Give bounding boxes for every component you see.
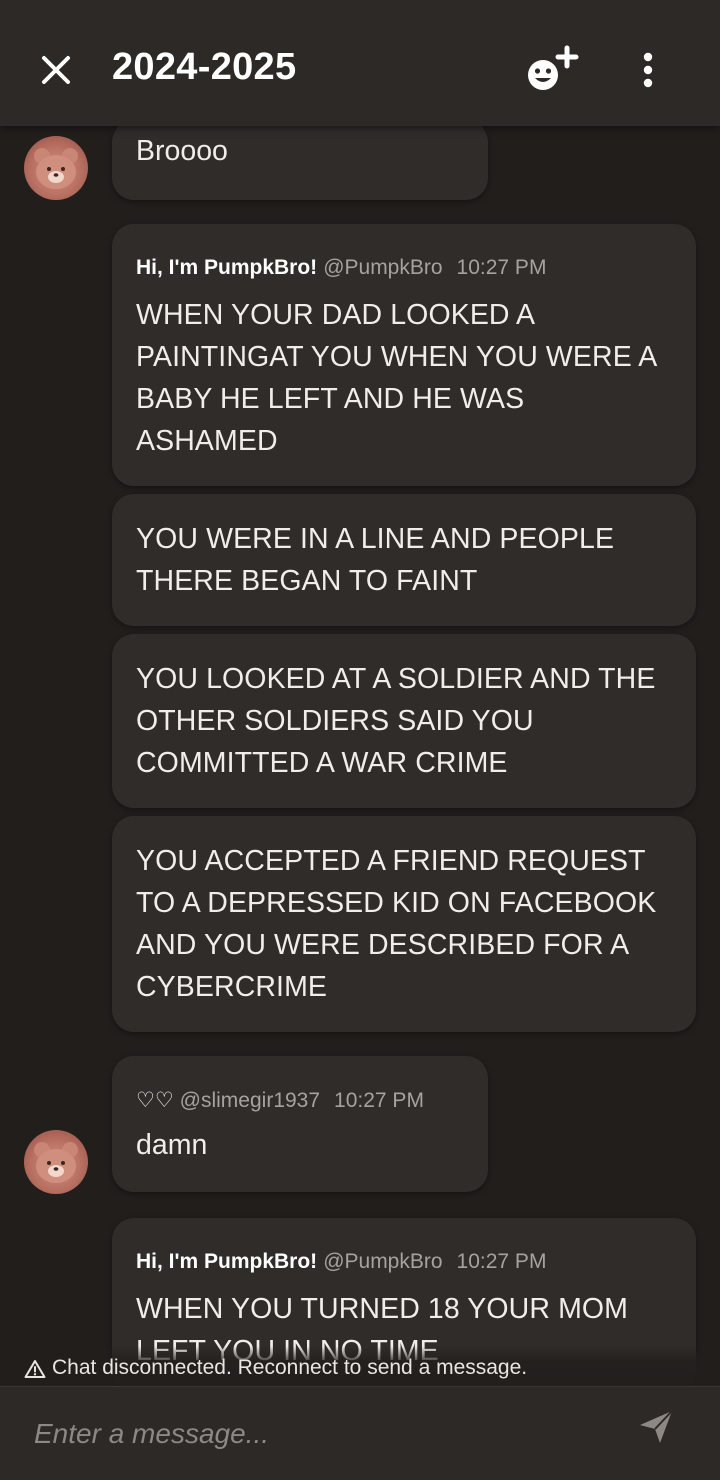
author-name[interactable]: Hi, I'm PumpkBro! [136, 1250, 317, 1273]
avatar[interactable] [24, 1130, 88, 1194]
warning-icon [24, 1360, 46, 1378]
author-name[interactable]: ♡♡ [136, 1089, 174, 1112]
status-text: Chat disconnected. Reconnect to send a m… [52, 1356, 528, 1379]
bear-avatar-icon [34, 1142, 78, 1183]
send-button[interactable] [636, 1407, 676, 1447]
add-reaction-button[interactable] [524, 44, 580, 94]
avatar[interactable] [24, 136, 88, 200]
message-meta: Hi, I'm PumpkBro! @PumpkBro 10:27 PM [136, 256, 546, 280]
bear-avatar-icon [34, 148, 78, 189]
author-name[interactable]: Hi, I'm PumpkBro! [136, 256, 317, 279]
more-vertical-icon [643, 52, 653, 88]
message-bubble[interactable]: YOU WERE IN A LINE AND PEOPLE THERE BEGA… [112, 494, 696, 626]
message-text: YOU WERE IN A LINE AND PEOPLE THERE BEGA… [136, 523, 615, 597]
close-icon [42, 56, 70, 84]
message-text: Broooo [136, 135, 228, 167]
message-time: 10:27 PM [334, 1089, 424, 1112]
message-meta: Hi, I'm PumpkBro! @PumpkBro 10:27 PM [136, 1250, 546, 1274]
author-handle[interactable]: @PumpkBro [323, 256, 442, 279]
message-bubble[interactable]: YOU ACCEPTED A FRIEND REQUEST TO A DEPRE… [112, 816, 696, 1032]
more-options-button[interactable] [630, 48, 666, 92]
message-input[interactable] [32, 1409, 596, 1459]
message-composer [0, 1386, 720, 1480]
message-bubble[interactable]: ♡♡ @slimegir1937 10:27 PM damn [112, 1056, 488, 1192]
add-face-icon [528, 45, 579, 90]
author-handle[interactable]: @PumpkBro [323, 1250, 442, 1273]
message-text: damn [136, 1129, 208, 1161]
author-handle[interactable]: @slimegir1937 [180, 1089, 320, 1112]
message-meta: ♡♡ @slimegir1937 10:27 PM [136, 1088, 424, 1113]
message-time: 10:27 PM [456, 1250, 547, 1273]
close-button[interactable] [36, 50, 76, 90]
page-title: 2024-2025 [112, 46, 297, 88]
message-text: YOU LOOKED AT A SOLDIER AND THE OTHER SO… [136, 663, 656, 779]
message-bubble[interactable]: Broooo [112, 126, 488, 200]
message-bubble[interactable]: Hi, I'm PumpkBro! @PumpkBro 10:27 PM WHEN … [112, 224, 696, 486]
message-text: YOU ACCEPTED A FRIEND REQUEST TO A DEPRE… [136, 845, 657, 1003]
connection-status: Chat disconnected. Reconnect to send a m… [0, 1346, 720, 1386]
message-text: WHEN YOUR DAD LOOKED A PAINTINGAT YOU WH… [136, 299, 656, 457]
message-time: 10:27 PM [456, 256, 547, 279]
send-icon [640, 1410, 673, 1443]
message-list[interactable]: Broooo Hi, I'm PumpkBro! @PumpkBro 10:27 P… [0, 126, 720, 1386]
chat-header: 2024-2025 [0, 0, 720, 126]
message-bubble[interactable]: YOU LOOKED AT A SOLDIER AND THE OTHER SO… [112, 634, 696, 808]
